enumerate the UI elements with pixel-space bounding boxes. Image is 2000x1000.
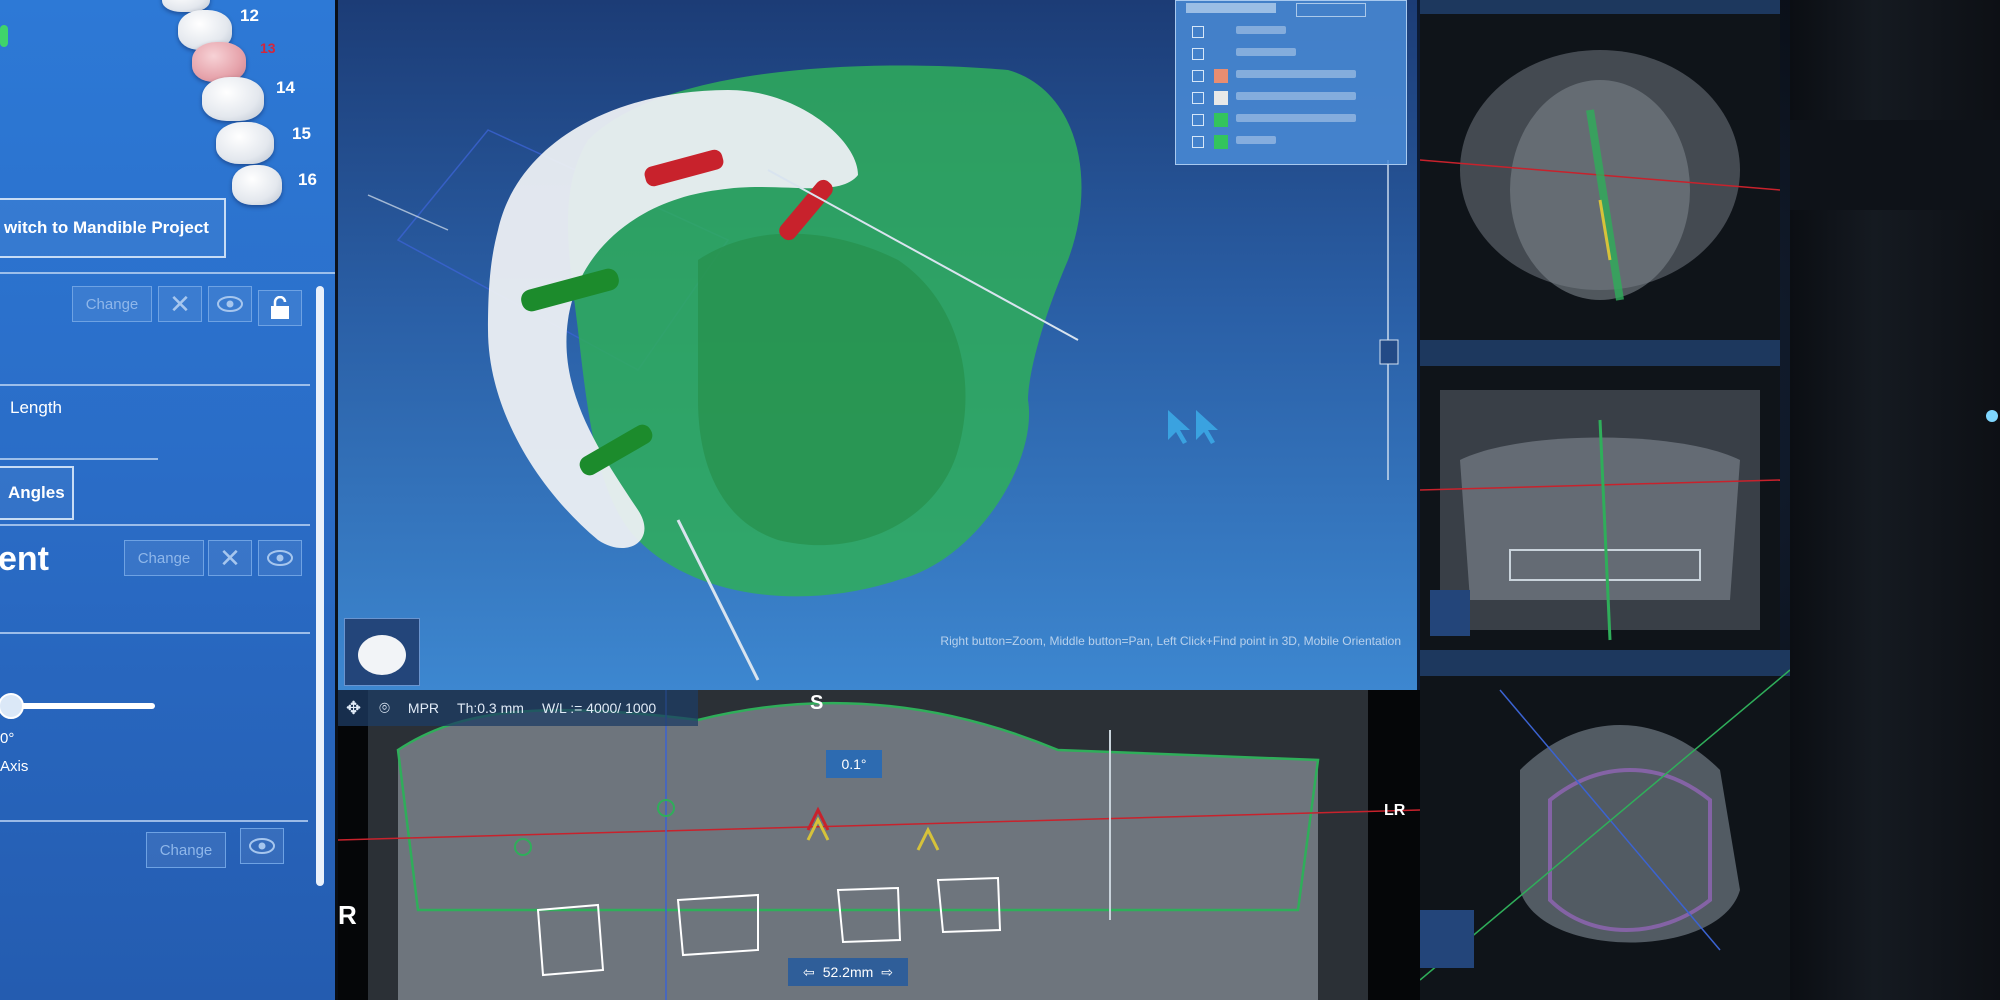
length-label: Length	[10, 398, 62, 417]
camera-icon[interactable]: ⌾	[379, 698, 390, 719]
tooth-number-16: 16	[298, 170, 317, 189]
distance-readout[interactable]: ⇦ 52.2mm ⇨	[788, 958, 908, 986]
arrow-right-icon[interactable]: ⇨	[881, 964, 893, 981]
ct-view-sagittal[interactable]	[1420, 0, 1780, 340]
tooth-number-13: 13	[260, 40, 276, 56]
angle-slider-knob[interactable]	[0, 693, 24, 719]
angles-button[interactable]: Angles	[0, 466, 74, 520]
close-icon[interactable]: ✕	[208, 540, 252, 576]
list-item[interactable]	[1192, 23, 1398, 41]
divider	[0, 632, 310, 634]
screen: 12 13 14 15 16 witch to Mandible Project…	[0, 0, 2000, 1000]
change-label-2: Change	[137, 549, 191, 567]
close-icon[interactable]: ✕	[158, 286, 202, 322]
tooth-number-14: 14	[276, 78, 295, 97]
tooth-16-icon[interactable]	[232, 165, 282, 205]
list-item[interactable]	[1192, 111, 1398, 129]
panoramic-view[interactable]: ✥ ⌾ MPR Th:0.3 mm W/L := 4000/ 1000 S R …	[338, 690, 1420, 1000]
axis-label: Axis	[0, 758, 29, 775]
head-orientation-icon	[358, 635, 406, 675]
divider	[0, 820, 308, 822]
divider	[0, 458, 158, 460]
object-list-panel	[1175, 0, 1407, 165]
list-item[interactable]	[1192, 133, 1398, 151]
move-icon[interactable]: ✥	[346, 698, 361, 719]
change-button-2[interactable]: Change	[124, 540, 204, 576]
divider	[0, 384, 310, 386]
power-led	[1986, 410, 1998, 422]
panel-search[interactable]	[1296, 3, 1366, 17]
panel-header	[1186, 3, 1276, 13]
eye-icon[interactable]	[240, 828, 284, 864]
thickness-label: Th:0.3 mm	[457, 700, 524, 716]
list-item[interactable]	[1192, 45, 1398, 63]
scroll-handle[interactable]	[1379, 339, 1399, 365]
left-control-panel: 12 13 14 15 16 witch to Mandible Project…	[0, 0, 335, 1000]
divider	[0, 272, 335, 274]
bezel-band	[1790, 120, 2000, 210]
change-label-3: Change	[159, 841, 213, 859]
arrow-left-icon[interactable]: ⇦	[803, 964, 815, 981]
ct-view-coronal[interactable]	[1420, 340, 1780, 650]
mode-label: MPR	[407, 700, 440, 716]
divider	[0, 524, 310, 526]
3d-view-status-hint: Right button=Zoom, Middle button=Pan, Le…	[940, 634, 1401, 648]
panel-scrollbar[interactable]	[316, 286, 324, 886]
lock-icon[interactable]	[258, 290, 302, 326]
tooth-13-icon[interactable]	[192, 42, 246, 82]
change-label-1: Change	[85, 295, 139, 313]
cursor-icon	[1168, 410, 1218, 444]
change-button-1[interactable]: Change	[72, 286, 152, 322]
angle-readout: 0.1°	[826, 750, 882, 778]
eye-icon[interactable]	[208, 286, 252, 322]
superior-label: S	[810, 692, 824, 714]
switch-to-mandible-label: witch to Mandible Project	[4, 218, 209, 237]
slider-value: 0°	[0, 730, 15, 747]
eye-icon[interactable]	[258, 540, 302, 576]
tooth-15-icon[interactable]	[216, 122, 274, 164]
section-title: ent	[0, 540, 49, 578]
pano-toolbar: ✥ ⌾ MPR Th:0.3 mm W/L := 4000/ 1000	[338, 690, 698, 726]
tooth-number-12: 12	[240, 6, 259, 25]
switch-to-mandible-button[interactable]: witch to Mandible Project	[0, 198, 226, 258]
monitor-bezel	[1790, 0, 2000, 1000]
selection-marker	[0, 25, 8, 47]
lr-label: LR	[1384, 802, 1406, 819]
angles-label: Angles	[8, 483, 65, 502]
distance-value: 52.2mm	[822, 964, 874, 980]
window-level-label: W/L := 4000/ 1000	[541, 700, 657, 716]
panoramic-ct-image[interactable]	[338, 690, 1420, 1000]
guide-line-3	[367, 194, 449, 231]
orientation-thumbnail[interactable]	[344, 618, 420, 686]
change-button-3[interactable]: Change	[146, 832, 226, 868]
angle-value: 0.1°	[841, 756, 867, 772]
list-item[interactable]	[1192, 67, 1398, 85]
tooth-14-icon[interactable]	[202, 77, 264, 121]
ct-view-axial[interactable]	[1420, 650, 1790, 1000]
right-label: R	[338, 900, 357, 930]
list-item[interactable]	[1192, 89, 1398, 107]
tooth-number-15: 15	[292, 124, 311, 143]
